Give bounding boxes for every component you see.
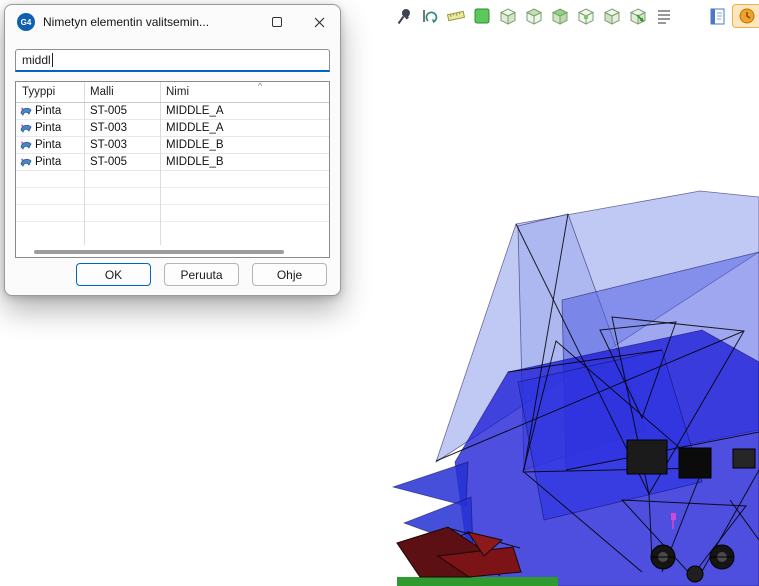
maximize-button[interactable] xyxy=(256,5,298,39)
cell-tyyppi: Pinta xyxy=(35,156,61,168)
dialog-title: Nimetyn elementin valitsemin... xyxy=(43,15,256,29)
cell-malli: ST-005 xyxy=(84,105,160,117)
cell-nimi: MIDDLE_A xyxy=(160,122,329,134)
cube-icon[interactable] xyxy=(496,4,520,28)
table-row[interactable]: Pinta ST-003 MIDDLE_B xyxy=(16,137,329,154)
surface-icon xyxy=(20,139,32,151)
surface-icon xyxy=(20,156,32,168)
toolbar-spacer xyxy=(678,4,704,28)
column-divider xyxy=(84,82,85,245)
app-icon: G4 xyxy=(17,13,35,31)
column-header-nimi[interactable]: Nimi xyxy=(160,86,329,98)
close-button[interactable] xyxy=(298,5,340,39)
horizontal-scrollbar[interactable] xyxy=(34,250,284,254)
surface-icon xyxy=(20,105,32,117)
help-button[interactable]: Ohje xyxy=(252,263,327,286)
cube-plain-icon[interactable] xyxy=(574,4,598,28)
green-strip xyxy=(397,577,558,586)
dialog-buttons: OK Peruuta Ohje xyxy=(76,263,327,286)
search-value: middl xyxy=(22,53,51,67)
cell-nimi: MIDDLE_B xyxy=(160,139,329,151)
search-input[interactable]: middl xyxy=(15,49,330,72)
cell-nimi: MIDDLE_B xyxy=(160,156,329,168)
cancel-button[interactable]: Peruuta xyxy=(164,263,239,286)
cell-nimi: MIDDLE_A xyxy=(160,105,329,117)
column-header-tyyppi[interactable]: Tyyppi xyxy=(16,86,84,98)
text-caret xyxy=(52,53,53,67)
cell-tyyppi: Pinta xyxy=(35,139,61,151)
dialog-window: G4 Nimetyn elementin valitsemin... middl… xyxy=(4,4,341,296)
clock-icon[interactable] xyxy=(732,4,759,28)
table-row[interactable]: Pinta ST-005 MIDDLE_B xyxy=(16,154,329,171)
cube-shaded-icon[interactable] xyxy=(522,4,546,28)
table-row[interactable]: Pinta ST-003 MIDDLE_A xyxy=(16,120,329,137)
results-table: Tyyppi Malli Nimi ^ Pinta ST-005 MIDDLE_… xyxy=(15,81,330,258)
column-header-malli[interactable]: Malli xyxy=(84,86,160,98)
cube-green-top-icon[interactable] xyxy=(548,4,572,28)
cell-tyyppi: Pinta xyxy=(35,122,61,134)
table-header: Tyyppi Malli Nimi ^ xyxy=(16,82,329,103)
viewport-3d[interactable] xyxy=(388,180,759,586)
column-divider xyxy=(160,82,161,245)
empty-row xyxy=(16,171,329,188)
empty-row xyxy=(16,205,329,222)
cell-malli: ST-003 xyxy=(84,122,160,134)
ruler-icon[interactable] xyxy=(444,4,468,28)
close-icon xyxy=(314,17,325,28)
cube-export-icon[interactable] xyxy=(626,4,650,28)
cell-malli: ST-003 xyxy=(84,139,160,151)
insert-refresh-icon[interactable] xyxy=(418,4,442,28)
maximize-icon xyxy=(272,17,282,27)
dialog-titlebar[interactable]: G4 Nimetyn elementin valitsemin... xyxy=(5,5,340,39)
empty-row xyxy=(16,188,329,205)
cell-tyyppi: Pinta xyxy=(35,105,61,117)
fill-green-icon[interactable] xyxy=(470,4,494,28)
cube-light-icon[interactable] xyxy=(600,4,624,28)
list-icon[interactable] xyxy=(652,4,676,28)
ok-button[interactable]: OK xyxy=(76,263,151,286)
cell-malli: ST-005 xyxy=(84,156,160,168)
table-row[interactable]: Pinta ST-005 MIDDLE_A xyxy=(16,103,329,120)
pin-icon[interactable] xyxy=(392,4,416,28)
surface-icon xyxy=(20,122,32,134)
main-toolbar xyxy=(392,4,759,28)
report-icon[interactable] xyxy=(706,4,730,28)
sort-indicator-icon: ^ xyxy=(258,81,262,91)
